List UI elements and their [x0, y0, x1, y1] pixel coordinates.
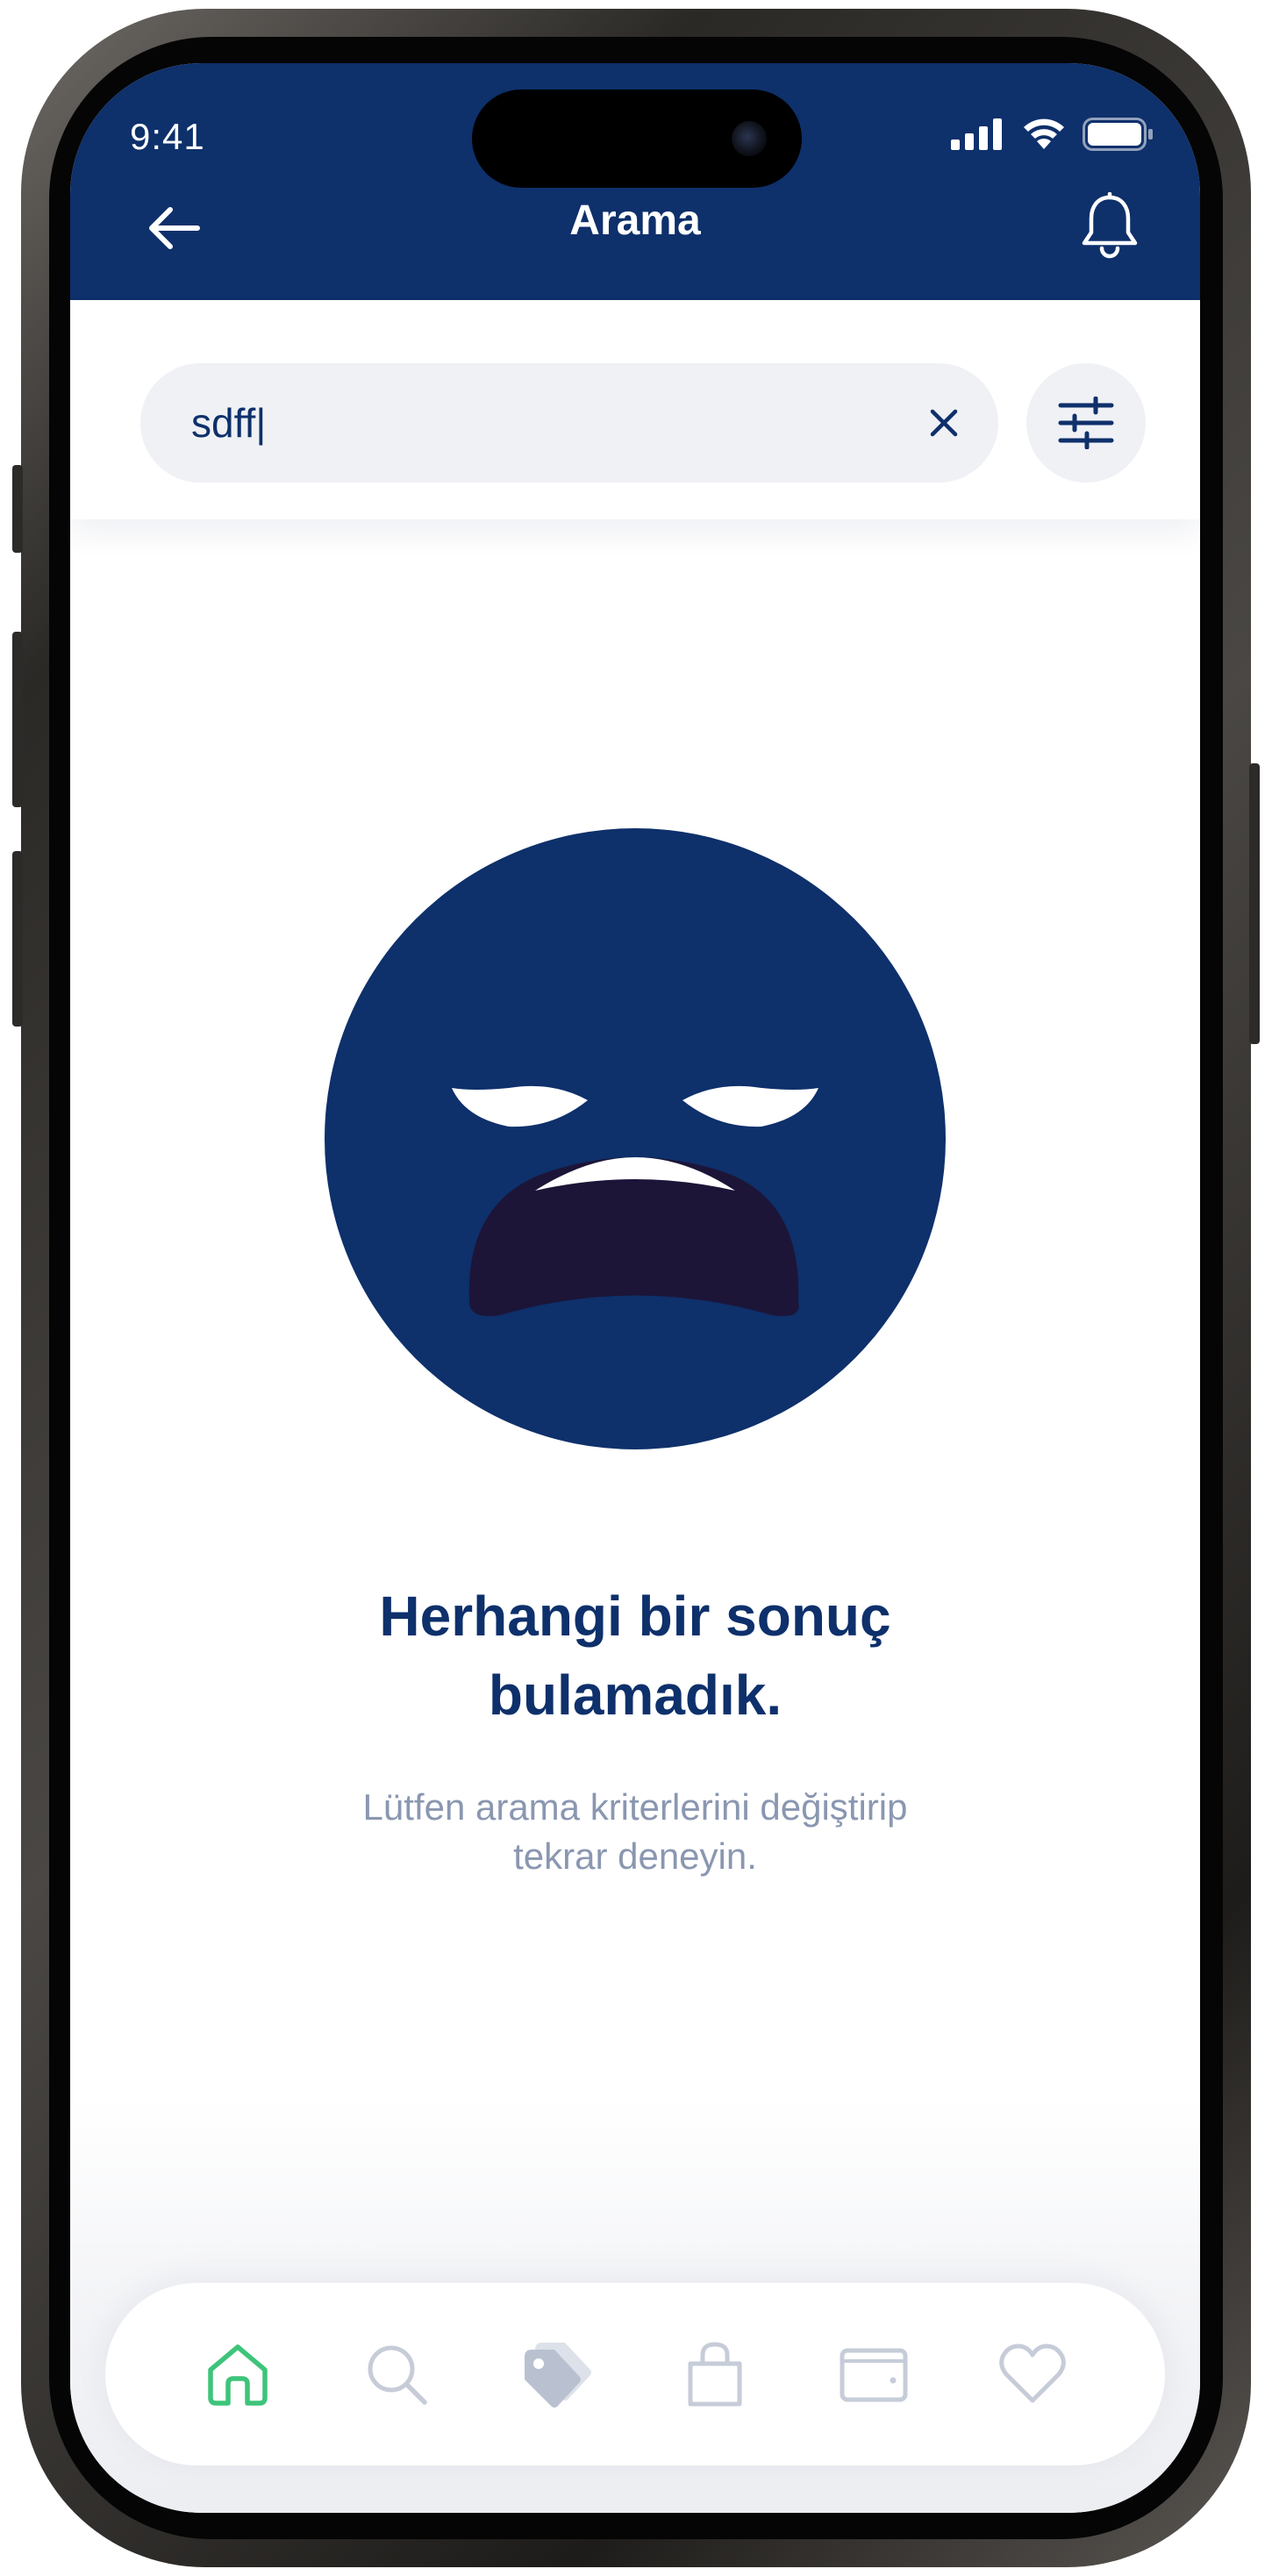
tab-search[interactable]: [344, 2322, 449, 2427]
dynamic-island: [472, 89, 802, 188]
face-circle: [325, 828, 946, 1449]
close-icon: [930, 409, 958, 437]
search-box: [140, 363, 998, 483]
empty-state-subtitle: Lütfen arama kriterlerini değiştirip tek…: [237, 1783, 1033, 1881]
front-camera: [732, 121, 767, 156]
empty-state-subtitle-line2: tekrar deneyin.: [513, 1835, 757, 1877]
empty-state-subtitle-line1: Lütfen arama kriterlerini değiştirip: [362, 1786, 908, 1828]
search-area: [70, 300, 1200, 519]
tab-favorites[interactable]: [980, 2322, 1085, 2427]
wifi-icon: [1024, 118, 1064, 149]
heart-icon: [999, 2343, 1067, 2403]
search-icon: [368, 2345, 427, 2405]
side-button-action: [12, 465, 23, 553]
screen: 9:41 Arama sdff| Herhangi bir sonuç bula…: [70, 63, 1200, 2513]
tab-offers[interactable]: [503, 2322, 608, 2427]
shopping-bag-icon: [688, 2342, 742, 2407]
side-button-volume-up: [12, 632, 23, 807]
filter-button[interactable]: [1026, 363, 1146, 483]
app-header: 9:41 Arama: [70, 63, 1200, 300]
cellular-signal-icon: [951, 118, 1002, 150]
tag-icon: [525, 2343, 592, 2408]
side-button-power: [1249, 763, 1260, 1044]
empty-state-title: Herhangi bir sonuç bulamadık.: [193, 1577, 1077, 1735]
clear-search-button[interactable]: [909, 388, 979, 458]
battery-icon: [1083, 118, 1153, 151]
bottom-tab-bar: [105, 2283, 1165, 2465]
wallet-icon: [840, 2348, 908, 2402]
status-icons: [951, 118, 1154, 151]
tab-shop[interactable]: [662, 2322, 768, 2427]
tab-wallet[interactable]: [821, 2322, 926, 2427]
bell-icon: [1082, 192, 1138, 259]
sliders-icon: [1058, 397, 1114, 449]
notifications-button[interactable]: [1070, 186, 1149, 265]
empty-state-title-line2: bulamadık.: [488, 1664, 782, 1727]
tired-face-illustration: [325, 828, 946, 1449]
tab-home[interactable]: [185, 2322, 290, 2427]
search-input[interactable]: [189, 363, 891, 483]
page-title: Arama: [569, 197, 701, 244]
home-icon: [207, 2344, 268, 2406]
status-time: 9:41: [130, 116, 205, 157]
empty-state-title-line1: Herhangi bir sonuç: [379, 1585, 891, 1648]
side-button-volume-down: [12, 851, 23, 1027]
